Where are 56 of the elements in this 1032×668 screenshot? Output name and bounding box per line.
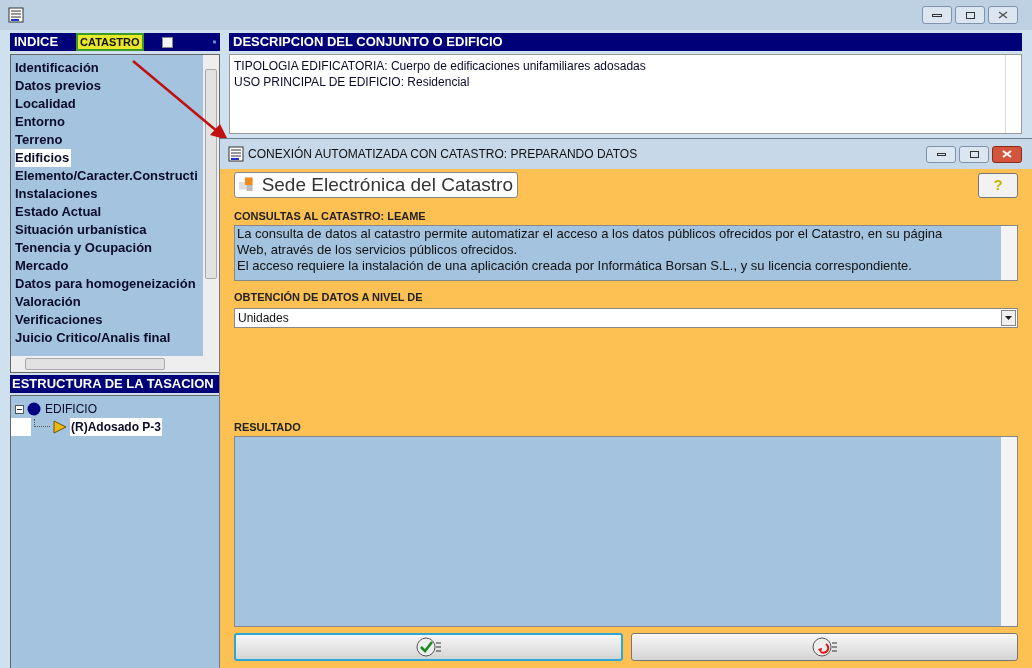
index-title: INDICE bbox=[14, 33, 59, 52]
description-title: DESCRIPCION DEL CONJUNTO O EDIFICIO bbox=[233, 33, 503, 52]
horizontal-scrollbar[interactable] bbox=[11, 356, 219, 372]
index-item[interactable]: Edificios bbox=[15, 149, 72, 167]
index-item[interactable]: Elemento/Caracter.Constructi bbox=[15, 167, 200, 185]
vertical-scrollbar[interactable] bbox=[203, 55, 219, 356]
readme-paragraph: El acceso requiere la instalación de una aplicación creada por Informática Borsan S.L., y su licencia correspondiente. bbox=[237, 258, 913, 274]
catastro-button[interactable]: CATASTRO bbox=[78, 35, 142, 49]
description-line: USO PRINCIPAL DE EDIFICIO: Residencial bbox=[234, 74, 470, 90]
app-icon bbox=[8, 7, 24, 23]
index-item[interactable]: Juicio Critico/Analis final bbox=[15, 329, 173, 347]
structure-title: ESTRUCTURA DE LA TASACION bbox=[12, 375, 214, 394]
maximize-button[interactable] bbox=[955, 6, 985, 24]
index-item[interactable]: Localidad bbox=[15, 95, 78, 113]
checkbox[interactable] bbox=[161, 36, 173, 48]
index-item[interactable]: Estado Actual bbox=[15, 203, 104, 221]
index-item[interactable]: Valoración bbox=[15, 293, 83, 311]
close-button[interactable] bbox=[988, 6, 1018, 24]
check-icon bbox=[415, 637, 442, 657]
index-item[interactable]: Identificación bbox=[15, 59, 101, 77]
blank-square bbox=[11, 418, 31, 436]
index-item[interactable]: Verificaciones bbox=[15, 311, 105, 329]
triangle-icon bbox=[53, 420, 67, 434]
level-value: Unidades bbox=[237, 310, 290, 327]
collapse-icon[interactable] bbox=[15, 404, 24, 414]
tree-item[interactable]: EDIFICIO bbox=[44, 400, 98, 418]
circle-icon bbox=[27, 402, 41, 416]
index-item[interactable]: Datos para homogeneización bbox=[15, 275, 198, 293]
tree-item[interactable]: (R)Adosado P-3 bbox=[70, 418, 162, 436]
accept-button[interactable] bbox=[234, 633, 623, 661]
maximize-button[interactable] bbox=[959, 145, 989, 163]
index-item[interactable]: Instalaciones bbox=[15, 185, 100, 203]
index-item[interactable]: Datos previos bbox=[15, 77, 103, 95]
readme-paragraph: La consulta de datos al catastro permite automatizar el acceso a los datos públicos ofrecidos por el Catastro, en su página Web, através de los servicios públicos ofrecidos. bbox=[237, 226, 944, 258]
dialog-title: CONEXIÓN AUTOMATIZADA CON CATASTRO: PREPARANDO DATOS bbox=[248, 145, 638, 163]
dialog-icon bbox=[228, 146, 244, 162]
index-item[interactable]: Situación urbanística bbox=[15, 221, 149, 239]
level-label: OBTENCIÓN DE DATOS A NIVEL DE bbox=[234, 290, 424, 304]
result-field[interactable] bbox=[234, 436, 1018, 627]
description-line: TIPOLOGIA EDIFICATORIA: Cuerpo de edificaciones unifamiliares adosadas bbox=[234, 58, 646, 74]
close-button[interactable] bbox=[992, 145, 1022, 163]
undo-icon bbox=[811, 637, 838, 657]
index-item[interactable]: Entorno bbox=[15, 113, 67, 131]
description-field[interactable]: TIPOLOGIA EDIFICATORIA: Cuerpo de edificaciones unifamiliares adosadas USO PRINCIPAL DE EDIFICIO: Residencial bbox=[229, 54, 1022, 134]
readme-field[interactable] bbox=[234, 225, 1018, 281]
level-dropdown[interactable]: Unidades bbox=[234, 308, 1018, 328]
close-icon bbox=[1002, 150, 1012, 158]
index-item[interactable]: Mercado bbox=[15, 257, 71, 275]
cancel-button[interactable] bbox=[631, 633, 1018, 661]
result-label: RESULTADO bbox=[234, 420, 302, 434]
readme-label: CONSULTAS AL CATASTRO: LEAME bbox=[234, 209, 427, 223]
index-item[interactable]: Tenencia y Ocupación bbox=[15, 239, 155, 257]
index-item[interactable]: Terreno bbox=[15, 131, 65, 149]
minimize-button[interactable] bbox=[922, 6, 952, 24]
close-icon bbox=[998, 11, 1008, 19]
minimize-button[interactable] bbox=[926, 145, 956, 163]
